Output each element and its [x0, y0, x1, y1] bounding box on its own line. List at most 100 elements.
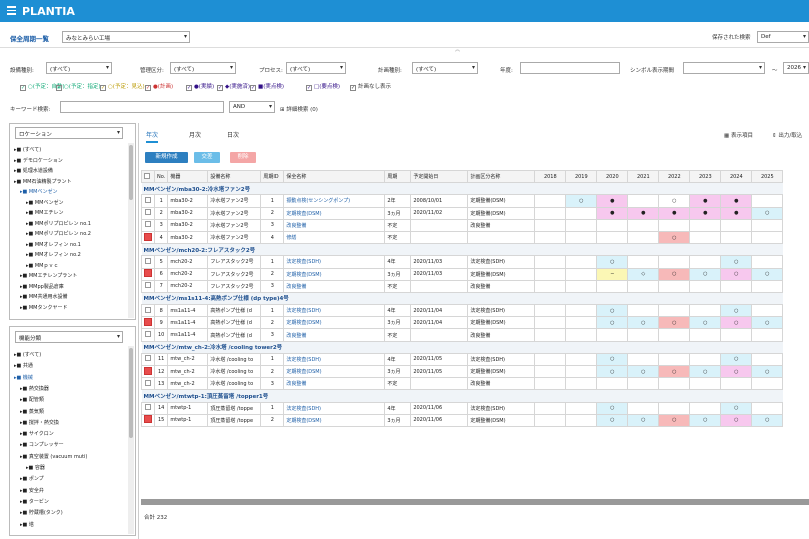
- table-row[interactable]: 1 mba30-2 冷水塔ファン2号 1 振動点検(センシングポンプ) 2年 2008/10…: [141, 194, 784, 208]
- tree-item[interactable]: ▸■ MMポリプロピレン no.2: [26, 230, 91, 237]
- year-cell[interactable]: [689, 218, 722, 232]
- year-cell[interactable]: [751, 377, 784, 391]
- row-checkbox[interactable]: [145, 196, 151, 203]
- year-cell[interactable]: [658, 377, 691, 391]
- year-cell[interactable]: [565, 401, 598, 415]
- legend-checkbox[interactable]: ✓ ■(実点検): [250, 82, 284, 91]
- delete-button[interactable]: 削除: [230, 152, 256, 163]
- tree-item[interactable]: ▸■ MMエチレンプラント: [20, 272, 77, 279]
- tree-item[interactable]: ▸■ MMｐｖｃ: [26, 262, 58, 269]
- tree-item[interactable]: ▸■ 容器: [26, 464, 45, 471]
- row-checkbox[interactable]: [145, 282, 151, 289]
- year-cell[interactable]: [534, 218, 567, 232]
- legend-checkbox[interactable]: ✓ 計画なし表示: [350, 82, 391, 91]
- tree-item[interactable]: ▸■ 安全弁: [20, 487, 44, 494]
- year-cell[interactable]: [627, 304, 660, 318]
- year-cell[interactable]: ○: [596, 352, 629, 367]
- year-cell[interactable]: [596, 230, 629, 245]
- row-select-cell[interactable]: [141, 267, 155, 281]
- tree-item[interactable]: ▸■ 配管類: [20, 396, 44, 403]
- column-header[interactable]: 2021: [627, 169, 660, 184]
- column-header[interactable]: 予定開始日: [410, 169, 469, 184]
- cell-maint[interactable]: 改良整備: [283, 328, 386, 342]
- type-select[interactable]: 機能分類: [15, 331, 123, 343]
- year-cell[interactable]: [658, 279, 691, 293]
- tree-item[interactable]: ▸■ MMエチレン: [26, 209, 63, 216]
- column-header[interactable]: 機器: [167, 169, 209, 184]
- year-cell[interactable]: [627, 230, 660, 245]
- year-cell[interactable]: ○: [720, 352, 753, 367]
- select-all-header[interactable]: [141, 169, 155, 184]
- year-cell[interactable]: [658, 218, 691, 232]
- year-cell[interactable]: ○: [751, 413, 784, 427]
- year-cell[interactable]: ○: [596, 316, 629, 330]
- year-cell[interactable]: ○: [689, 267, 722, 281]
- row-select-cell[interactable]: [141, 377, 155, 391]
- year-cell[interactable]: [627, 377, 660, 391]
- year-cell[interactable]: [751, 218, 784, 232]
- cell-maint[interactable]: 法定検査(SDH): [283, 304, 386, 318]
- column-header[interactable]: 2020: [596, 169, 629, 184]
- year-cell[interactable]: [689, 255, 722, 269]
- table-row[interactable]: 11 mtw_ch-2 冷水塔 /cooling to 1 法定検査(SDH) 4年 202…: [141, 352, 784, 367]
- display-items-button[interactable]: ▦ 表示項目: [724, 131, 753, 139]
- year-cell[interactable]: [627, 401, 660, 415]
- legend-checkbox[interactable]: ✓ ●(実績): [186, 82, 214, 91]
- table-row[interactable]: 2 mba30-2 冷水塔ファン2号 2 定期検査(DSM) 3ヵ月 2020/11/02 定…: [141, 206, 784, 220]
- year-cell[interactable]: ●: [596, 194, 629, 208]
- column-header[interactable]: 2022: [658, 169, 691, 184]
- column-header[interactable]: 2018: [534, 169, 567, 184]
- year-cell[interactable]: ○: [596, 401, 629, 415]
- year-cell[interactable]: [534, 230, 567, 245]
- tab-daily[interactable]: 日次: [227, 130, 239, 139]
- year-cell[interactable]: ○: [596, 364, 629, 379]
- year-cell[interactable]: [689, 279, 722, 293]
- year-input[interactable]: [520, 62, 620, 74]
- year-cell[interactable]: ○: [751, 316, 784, 330]
- year-cell[interactable]: ●: [658, 206, 691, 220]
- tree-item[interactable]: ▸■ MMオレフィン no.2: [26, 251, 81, 258]
- row-select-cell[interactable]: [141, 255, 155, 269]
- row-checkbox[interactable]: [145, 257, 151, 264]
- cell-maint[interactable]: 定期検査(DSM): [283, 267, 386, 281]
- row-checkbox[interactable]: [145, 221, 151, 228]
- collapse-icon[interactable]: ︽: [455, 46, 460, 53]
- year-cell[interactable]: ○: [720, 304, 753, 318]
- tree-item[interactable]: ▸■ MMポリプロピレン no.1: [26, 220, 91, 227]
- year-cell[interactable]: ○: [565, 194, 598, 208]
- tree-item[interactable]: ▸■ MM共通用水設備: [20, 293, 67, 300]
- year-cell[interactable]: ○: [627, 364, 660, 379]
- year-cell[interactable]: [627, 352, 660, 367]
- horizontal-scrollbar[interactable]: [141, 499, 809, 505]
- tree-item[interactable]: ▸■ コンプレッサー: [20, 441, 64, 448]
- year-cell[interactable]: [689, 377, 722, 391]
- tree-item[interactable]: ▸■ 撹拌・熱交換: [20, 419, 59, 426]
- row-select-cell[interactable]: [141, 328, 155, 342]
- row-checkbox[interactable]: [144, 366, 152, 375]
- year-cell[interactable]: ●: [627, 206, 660, 220]
- year-cell[interactable]: ●: [689, 206, 722, 220]
- row-select-cell[interactable]: [141, 304, 155, 318]
- year-cell[interactable]: ○: [596, 413, 629, 427]
- year-cell[interactable]: ○: [658, 316, 691, 330]
- row-select-cell[interactable]: [141, 401, 155, 415]
- tree-item[interactable]: ▸■ 真空装置 (vacuum muti): [20, 453, 87, 460]
- tree-item[interactable]: ▸■ タービン: [20, 498, 49, 505]
- group-header-row[interactable]: MMベンゼン/mba30-2:冷水塔ファン2号: [141, 182, 783, 196]
- cell-maint[interactable]: 法定検査(SDH): [283, 255, 386, 269]
- column-header[interactable]: 周期ID: [260, 169, 285, 184]
- tree-item[interactable]: ▸■ 共通: [14, 362, 33, 369]
- row-checkbox[interactable]: [145, 404, 151, 411]
- tree-item[interactable]: ▸■ MMpp製品倉庫: [20, 283, 64, 290]
- year-cell[interactable]: ●: [720, 206, 753, 220]
- tree-item[interactable]: ▸■ 塔: [20, 521, 34, 528]
- symbol-period-start[interactable]: [683, 62, 765, 74]
- year-cell[interactable]: [534, 401, 567, 415]
- column-header[interactable]: 2019: [565, 169, 598, 184]
- row-select-cell[interactable]: [141, 279, 155, 293]
- year-cell[interactable]: [720, 328, 753, 342]
- year-cell[interactable]: [658, 304, 691, 318]
- facility-type-select[interactable]: (すべて): [46, 62, 112, 74]
- year-cell[interactable]: [565, 255, 598, 269]
- cell-maint[interactable]: 振動点検(センシングポンプ): [283, 194, 386, 208]
